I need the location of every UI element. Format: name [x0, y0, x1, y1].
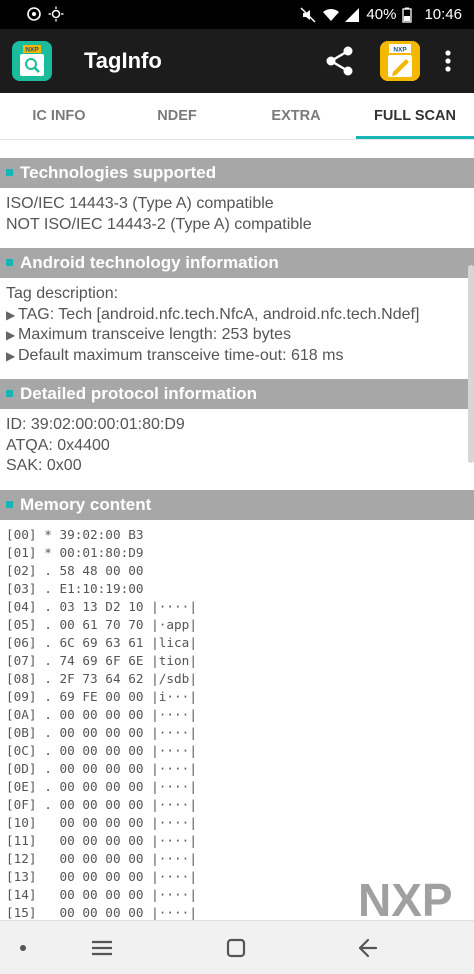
sync-icon — [26, 6, 42, 22]
scrollbar[interactable] — [468, 265, 474, 463]
memory-row: [10] 00 00 00 00 |····| — [6, 814, 197, 830]
section-marker-icon — [6, 259, 13, 266]
battery-icon — [402, 7, 418, 23]
wifi-icon — [322, 7, 340, 23]
memory-row: [03] . E1:10:19:00 — [6, 580, 144, 596]
memory-row: [0D] . 00 00 00 00 |····| — [6, 760, 197, 776]
recent-apps-button[interactable] — [62, 921, 142, 974]
tab-full-scan[interactable]: FULL SCAN — [356, 93, 474, 140]
tab-ic-info[interactable]: IC INFO — [0, 93, 118, 140]
back-arrow-icon — [358, 938, 378, 958]
memory-row: [05] . 00 61 70 70 |·app| — [6, 616, 197, 632]
active-tab-indicator — [356, 136, 474, 139]
list-item: ▶ Default maximum transceive time-out: 61… — [6, 346, 474, 367]
protocol-atqa: ATQA: 0x4400 — [6, 436, 110, 454]
memory-row: [06] . 6C 69 63 61 |lica| — [6, 634, 197, 650]
share-button[interactable] — [322, 43, 358, 79]
memory-row: [0A] . 00 00 00 00 |····| — [6, 706, 197, 722]
list-item: ▶ Maximum transceive length: 253 bytes — [6, 325, 474, 346]
tag-description-label: Tag description: — [6, 285, 119, 302]
svg-text:NXP: NXP — [358, 878, 453, 920]
memory-dump: [00] * 39:02:00 B3 [01] * 00:01:80:D9 [02]… — [0, 526, 474, 921]
section-marker-icon — [6, 500, 13, 508]
overflow-menu-button[interactable] — [438, 43, 458, 79]
battery-percent: 40% — [366, 6, 397, 23]
technology-line: NOT ISO/IEC 14443-2 (Type A) compatible — [6, 215, 312, 233]
memory-row: [0F] . 00 00 00 00 |····| — [6, 796, 197, 812]
memory-row: [0E] . 00 00 00 00 |····| — [6, 778, 197, 794]
memory-row: [11] 00 00 00 00 |····| — [6, 832, 197, 848]
home-icon — [226, 938, 246, 958]
nxp-watermark-logo: NXP — [356, 874, 474, 926]
technology-line: ISO/IEC 14443-3 (Type A) compatible — [6, 195, 274, 212]
protocol-info: ID: 39:02:00:00:01:80:D9 ATQA: 0x4400 SA… — [0, 415, 474, 477]
protocol-sak: SAK: 0x00 — [6, 457, 82, 474]
share-icon — [326, 46, 353, 76]
memory-row: [00] * 39:02:00 B3 — [6, 526, 144, 542]
system-nav-bar — [0, 920, 474, 974]
protocol-id: ID: 39:02:00:00:01:80:D9 — [6, 416, 185, 433]
memory-row: [0B] . 00 00 00 00 |····| — [6, 724, 197, 740]
signal-icon — [344, 7, 360, 23]
mute-icon — [300, 6, 316, 23]
list-item: ▶ TAG: Tech [android.nfc.tech.NfcA, andro… — [6, 305, 474, 326]
memory-row: [04] . 03 13 D2 10 |····| — [6, 598, 197, 614]
svg-text:NXP: NXP — [393, 47, 407, 54]
app-bar: NXP TagInfo NXP — [0, 29, 474, 93]
nxp-write-icon: NXP — [380, 41, 420, 81]
section-header-memory: Memory content — [0, 489, 474, 520]
back-button[interactable] — [328, 921, 408, 974]
bullet-icon: ▶ — [6, 307, 16, 322]
memory-row: [02] . 58 48 00 00 — [6, 562, 144, 578]
app-title: TagInfo — [84, 48, 162, 73]
section-header-protocol: Detailed protocol information — [0, 379, 474, 409]
tab-bar: IC INFO NDEF EXTRA FULL SCAN — [0, 93, 474, 140]
memory-row: [12] 00 00 00 00 |····| — [6, 850, 197, 866]
memory-row: [08] . 2F 73 64 62 |/sdb| — [6, 670, 197, 686]
nxp-app-button[interactable]: NXP — [380, 41, 420, 81]
scan-content[interactable]: Technologies supported ISO/IEC 14443-3 (… — [0, 150, 474, 920]
tab-extra[interactable]: EXTRA — [237, 93, 355, 140]
home-button[interactable] — [196, 921, 276, 974]
more-vert-icon — [445, 50, 451, 72]
bullet-icon: ▶ — [6, 348, 16, 363]
clock: 10:46 — [424, 6, 462, 23]
recent-apps-icon — [92, 940, 112, 956]
section-header-technologies: Technologies supported — [0, 158, 474, 188]
status-bar: 40% 10:46 — [0, 0, 474, 29]
android-info: Tag description: ▶ TAG: Tech [android.nfc… — [0, 284, 474, 366]
memory-row: [07] . 74 69 6F 6E |tion| — [6, 652, 197, 668]
memory-row: [01] * 00:01:80:D9 — [6, 544, 144, 560]
memory-row: [0C] . 00 00 00 00 |····| — [6, 742, 197, 758]
brightness-icon — [48, 6, 64, 22]
tab-ndef[interactable]: NDEF — [118, 93, 236, 140]
taginfo-logo-icon[interactable]: NXP — [12, 41, 52, 81]
section-marker-icon — [6, 169, 13, 176]
svg-text:NXP: NXP — [25, 47, 39, 54]
memory-row: [09] . 69 FE 00 00 |i···| — [6, 688, 197, 704]
section-marker-icon — [6, 390, 13, 397]
bullet-icon: ▶ — [6, 328, 16, 342]
technologies-list: ISO/IEC 14443-3 (Type A) compatible NOT … — [0, 194, 474, 235]
section-header-android: Android technology information — [0, 248, 474, 278]
